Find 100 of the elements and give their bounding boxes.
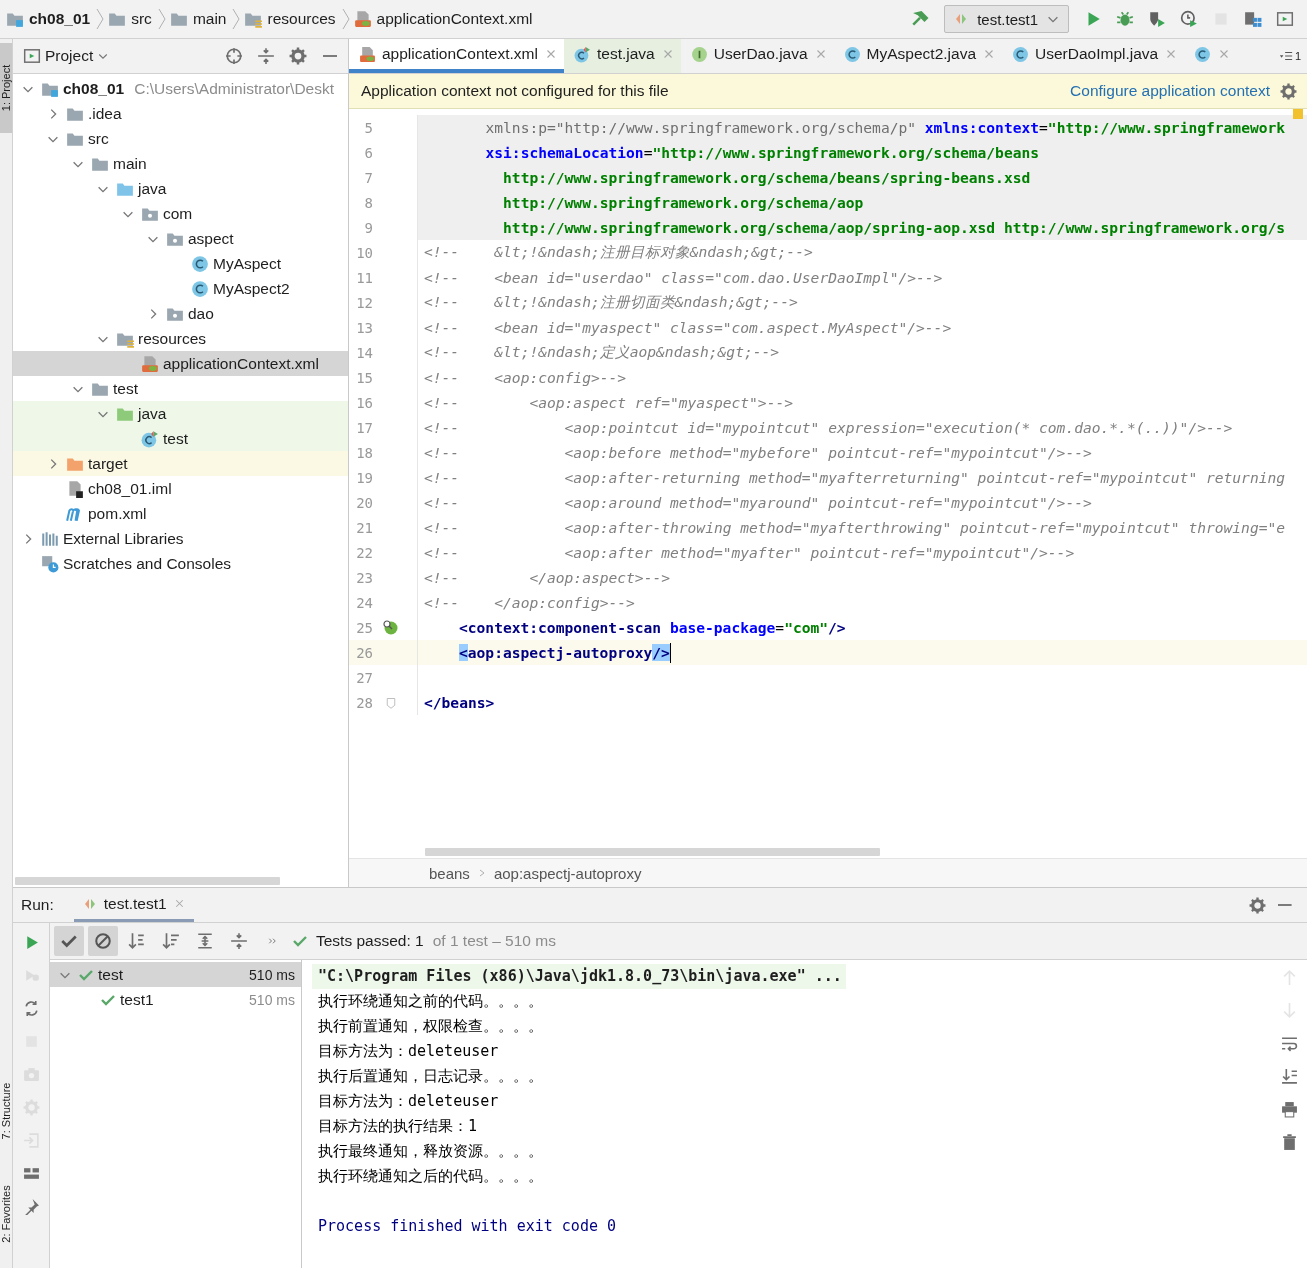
run-config-dropdown[interactable]: test.test1	[944, 5, 1069, 33]
soft-wrap-icon	[1280, 1035, 1298, 1052]
code-text: xsi:schemaLocation	[484, 144, 644, 161]
scroll-marker[interactable]	[1293, 109, 1303, 119]
test-name: test	[98, 965, 124, 984]
line-number: 17	[355, 419, 373, 436]
console-line: 执行最终通知，释放资源。。。。	[318, 1141, 544, 1162]
editor-tab[interactable]: MyAspect2.java	[833, 39, 1002, 73]
xml-file-icon	[359, 45, 376, 63]
class-icon	[191, 279, 209, 298]
editor-tab[interactable]: UserDaoImpl.java	[1002, 39, 1185, 73]
code-text: <	[459, 644, 468, 661]
tree-item[interactable]: test	[13, 426, 348, 451]
code-text: <!-- </aop:aspect>-->	[424, 569, 670, 586]
breadcrumb[interactable]: aop:aspectj-autoproxy	[493, 864, 642, 882]
folder-icon	[108, 10, 127, 28]
code-text: />	[652, 644, 670, 661]
breadcrumb[interactable]: resources	[240, 10, 342, 28]
line-number: 16	[355, 394, 373, 411]
breadcrumb[interactable]: applicationContext.xml	[349, 10, 539, 28]
test-row[interactable]: test 510 ms	[50, 962, 301, 987]
code-text: <!-- <aop:around method="myaround" pointcut-ref="mypointcut"/>-->	[424, 494, 1092, 511]
breadcrumb[interactable]: beans	[429, 864, 470, 882]
xml-file-icon	[141, 354, 159, 373]
minimize-icon	[322, 55, 338, 57]
tree-item-label: test	[163, 429, 188, 448]
tree-item-label: .idea	[88, 104, 122, 123]
settings-icon[interactable]	[1280, 82, 1297, 100]
line-number: 6	[363, 144, 373, 161]
tree-item[interactable]: applicationContext.xml	[13, 351, 348, 376]
tree-item[interactable]: com	[13, 201, 348, 226]
test-toolbar-button[interactable]	[54, 926, 84, 956]
editor-tab[interactable]: test.java	[563, 39, 681, 73]
tree-item[interactable]: test	[13, 376, 348, 401]
code-text: aop:aspectj-autoproxy	[467, 644, 653, 661]
run-tab[interactable]: test.test1	[73, 888, 194, 922]
code-text: <!-- <aop:before method="mybefore" pointcut-ref="mypointcut"/>-->	[424, 444, 1092, 461]
tree-item[interactable]: External Libraries	[13, 526, 348, 551]
tree-item[interactable]: pom.xml	[13, 501, 348, 526]
breadcrumb[interactable]: src	[104, 10, 158, 28]
tool-window-tab[interactable]: 7: Structure	[0, 1063, 12, 1159]
scrollbar[interactable]	[425, 848, 880, 856]
tree-item[interactable]: dao	[13, 301, 348, 326]
line-number: 27	[355, 669, 373, 686]
tree-item-label: java	[138, 179, 167, 198]
tree-item[interactable]: MyAspect	[13, 251, 348, 276]
tree-item[interactable]: Scratches and Consoles	[13, 551, 348, 576]
tool-window-tab[interactable]: 1: Project	[0, 43, 12, 133]
crosshair-icon	[225, 47, 243, 65]
tree-item-label: resources	[138, 329, 207, 348]
test-toolbar-button[interactable]	[88, 926, 118, 956]
scrollbar[interactable]	[15, 877, 280, 885]
code-text: />	[828, 619, 846, 636]
tool-window-tab[interactable]: 2: Favorites	[0, 1169, 12, 1259]
profiler-icon	[1180, 10, 1198, 28]
folder-icon	[169, 10, 188, 28]
editor-tab[interactable]: applicationContext.xml	[349, 39, 564, 73]
editor-tab[interactable]: UserDao.java	[680, 39, 834, 73]
tree-item[interactable]: main	[13, 151, 348, 176]
scratches-icon	[41, 554, 59, 573]
tree-item[interactable]: aspect	[13, 226, 348, 251]
project-structure-icon	[1244, 10, 1262, 28]
minimize-icon	[1278, 904, 1292, 906]
breadcrumb[interactable]: ch08_01	[2, 10, 97, 28]
tab-list-icon[interactable]	[1278, 49, 1293, 63]
tree-item[interactable]: MyAspect2	[13, 276, 348, 301]
tree-item-label: ch08_01.iml	[88, 479, 172, 498]
line-number: 24	[355, 594, 373, 611]
interface-icon	[690, 45, 708, 63]
tree-item[interactable]: .idea	[13, 101, 348, 126]
line-number: 5	[363, 119, 373, 136]
panel-title[interactable]: Project	[45, 47, 94, 65]
tree-item[interactable]: resources	[13, 326, 348, 351]
test-name: test1	[120, 990, 155, 1009]
code-text: <!-- <bean id="userdao" class="com.dao.UserDaoImpl"/>-->	[424, 269, 943, 286]
test-class-icon	[573, 45, 591, 63]
line-number: 21	[355, 519, 373, 536]
test-row[interactable]: test1 510 ms	[50, 987, 301, 1012]
code-text: <!-- <aop:config>-->	[424, 369, 627, 386]
tree-item[interactable]: java	[13, 176, 348, 201]
line-number: 25	[355, 619, 373, 636]
code-text: <!-- <aop:after-returning method="myafterreturning" pointcut-ref="mypointcut" returning	[424, 469, 1286, 486]
tree-item[interactable]: ch08_01.iml	[13, 476, 348, 501]
breadcrumb-separator	[157, 8, 166, 30]
tree-item[interactable]: src	[13, 126, 348, 151]
bean-icon[interactable]	[383, 619, 399, 636]
tree-item-label: applicationContext.xml	[163, 354, 319, 373]
test-duration: 510 ms	[249, 966, 295, 983]
tree-item[interactable]: java	[13, 401, 348, 426]
breadcrumb[interactable]: main	[165, 10, 233, 28]
console-line: 目标方法为：deleteuser	[318, 1091, 500, 1112]
code-text: <!-- &lt;!&ndash;定义aop&ndash;&gt;-->	[424, 343, 780, 362]
code-text: "http://www.springframework	[1047, 119, 1286, 136]
code-text: xmlns:p="http://www.springframework.org/schema/p"	[484, 119, 917, 136]
hammer-icon	[911, 10, 930, 28]
test-status: Tests passed: 1	[316, 932, 424, 950]
tree-item[interactable]: ch08_01 C:\Users\Administrator\Deskt	[13, 76, 348, 101]
configure-link[interactable]: Configure application context	[1070, 82, 1270, 100]
tree-item[interactable]: target	[13, 451, 348, 476]
tree-item-label: dao	[188, 304, 214, 323]
